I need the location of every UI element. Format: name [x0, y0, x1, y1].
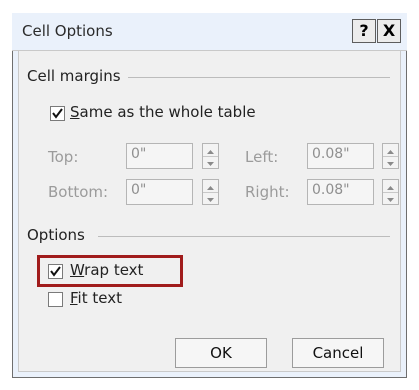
- title-bar: Cell Options ? X: [12, 13, 407, 51]
- spin-down-icon[interactable]: [203, 192, 218, 204]
- right-margin-input[interactable]: 0.08": [307, 179, 374, 205]
- same-as-table-checkbox[interactable]: [50, 106, 65, 121]
- bottom-margin-stepper[interactable]: [202, 179, 219, 205]
- options-heading: Options: [27, 226, 85, 244]
- left-label: Left:: [245, 148, 279, 166]
- top-label: Top:: [48, 148, 79, 166]
- checkmark-icon: [52, 108, 63, 119]
- bottom-label: Bottom:: [48, 183, 109, 201]
- top-margin-stepper[interactable]: [202, 143, 219, 169]
- fit-text-checkbox[interactable]: [48, 292, 63, 307]
- top-margin-input[interactable]: 0": [126, 143, 193, 169]
- left-margin-stepper[interactable]: [382, 143, 399, 169]
- spin-down-icon[interactable]: [383, 156, 398, 168]
- dialog-title: Cell Options: [22, 22, 113, 40]
- fit-text-label: Fit text: [70, 289, 122, 307]
- close-button[interactable]: X: [377, 19, 401, 43]
- right-label: Right:: [245, 183, 290, 201]
- cancel-button[interactable]: Cancel: [292, 338, 384, 368]
- bottom-margin-input[interactable]: 0": [126, 179, 193, 205]
- left-margin-input[interactable]: 0.08": [307, 143, 374, 169]
- cell-margins-divider: [128, 77, 390, 78]
- spin-down-icon[interactable]: [203, 156, 218, 168]
- spin-down-icon[interactable]: [383, 192, 398, 204]
- wrap-text-highlight-box: [37, 255, 183, 287]
- ok-button[interactable]: OK: [175, 338, 267, 368]
- same-as-table-label: Same as the whole table: [70, 103, 256, 121]
- cell-margins-heading: Cell margins: [27, 67, 121, 85]
- right-margin-stepper[interactable]: [382, 179, 399, 205]
- options-divider: [98, 236, 390, 237]
- help-button[interactable]: ?: [352, 19, 376, 43]
